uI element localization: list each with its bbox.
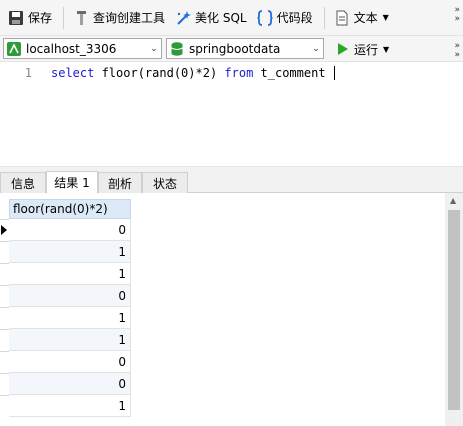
query-builder-icon: [73, 10, 89, 26]
table-cell[interactable]: 0: [9, 219, 131, 241]
database-select[interactable]: springbootdata ⌄: [166, 38, 324, 59]
chevron-down-icon: ⌄: [312, 43, 320, 54]
toolbar-separator: [63, 6, 65, 29]
text-mode-label: 文本: [353, 11, 378, 25]
database-icon: [169, 41, 185, 57]
row-selector[interactable]: [0, 241, 9, 263]
tab-result-1[interactable]: 结果 1: [46, 171, 98, 193]
table-cell[interactable]: 1: [9, 241, 131, 263]
tab-profile[interactable]: 剖析: [98, 172, 142, 193]
row-selector[interactable]: [0, 285, 9, 307]
toolbar-overflow-icon[interactable]: »»: [454, 6, 460, 24]
braces-icon: [257, 9, 273, 26]
sql-editor[interactable]: 1 select floor(rand(0)*2) from t_comment: [0, 62, 463, 166]
keyword-select: select: [51, 66, 95, 80]
query-builder-label: 查询创建工具: [93, 11, 166, 25]
save-icon: [8, 10, 24, 26]
scrollbar-thumb[interactable]: [448, 210, 460, 410]
table-cell[interactable]: 1: [9, 263, 131, 285]
table-cell[interactable]: 1: [9, 307, 131, 329]
play-icon: [334, 41, 350, 57]
table-name-text: t_comment: [253, 66, 333, 80]
line-number: 1: [24, 66, 32, 80]
run-label: 运行: [354, 42, 379, 57]
table-cell[interactable]: 1: [9, 395, 131, 417]
table-cell[interactable]: 0: [9, 285, 131, 307]
result-tabs: 信息 结果 1 剖析 状态: [0, 170, 463, 193]
save-label: 保存: [28, 11, 53, 25]
row-selector[interactable]: [0, 263, 9, 285]
dropdown-arrow-icon: ▼: [382, 13, 389, 22]
tab-label: 结果 1: [54, 176, 90, 190]
row-selector[interactable]: [0, 329, 9, 351]
current-row-pointer-icon: [1, 225, 7, 235]
server-connection-icon: [6, 41, 22, 57]
dropdown-arrow-icon: ▼: [383, 44, 390, 54]
table-cell[interactable]: 0: [9, 351, 131, 373]
table-cell[interactable]: 1: [9, 329, 131, 351]
connection-value: localhost_3306: [26, 41, 117, 56]
text-caret: [333, 66, 335, 80]
run-button[interactable]: 运行 ▼: [330, 36, 393, 62]
connection-toolbar: localhost_3306 ⌄ springbootdata ⌄ 运行 ▼ »…: [0, 36, 463, 62]
query-builder-button[interactable]: 查询创建工具: [69, 5, 169, 31]
row-selector[interactable]: [0, 395, 9, 417]
sql-code-line[interactable]: select floor(rand(0)*2) from t_comment: [51, 66, 335, 80]
column-header[interactable]: floor(rand(0)*2): [9, 199, 131, 219]
row-selector[interactable]: [0, 307, 9, 329]
magic-wand-icon: [175, 10, 192, 26]
tab-label: 信息: [10, 176, 35, 191]
row-selector[interactable]: [0, 351, 9, 373]
text-mode-button[interactable]: 文本 ▼: [330, 5, 393, 31]
beautify-sql-label: 美化 SQL: [195, 11, 247, 25]
table-cell[interactable]: 0: [9, 373, 131, 395]
beautify-sql-button[interactable]: 美化 SQL: [171, 5, 251, 31]
toolbar-separator: [323, 6, 325, 29]
document-icon: [334, 10, 350, 26]
code-snippet-label: 代码段: [276, 11, 313, 25]
database-value: springbootdata: [189, 41, 281, 56]
keyword-from: from: [224, 66, 254, 80]
line-number-gutter: 1: [0, 62, 38, 166]
row-selector[interactable]: [0, 373, 9, 395]
connection-select[interactable]: localhost_3306 ⌄: [3, 38, 162, 59]
toolbar-overflow-icon[interactable]: »»: [454, 42, 460, 60]
scroll-up-icon[interactable]: ▲: [450, 196, 456, 205]
chevron-down-icon: ⌄: [150, 43, 158, 54]
main-toolbar: 保存 查询创建工具 美化 SQL 代码段 文本 ▼ »»: [0, 0, 463, 36]
result-grid[interactable]: floor(rand(0)*2) 011011001 ▲: [0, 193, 463, 426]
tab-label: 剖析: [107, 176, 132, 191]
tab-status[interactable]: 状态: [142, 172, 188, 193]
expression-text: floor(rand(0)*2): [94, 66, 225, 80]
tab-info[interactable]: 信息: [0, 172, 46, 193]
vertical-scrollbar[interactable]: ▲: [445, 193, 463, 426]
save-button[interactable]: 保存: [4, 5, 56, 31]
tab-label: 状态: [152, 176, 177, 191]
code-snippet-button[interactable]: 代码段: [253, 5, 317, 31]
